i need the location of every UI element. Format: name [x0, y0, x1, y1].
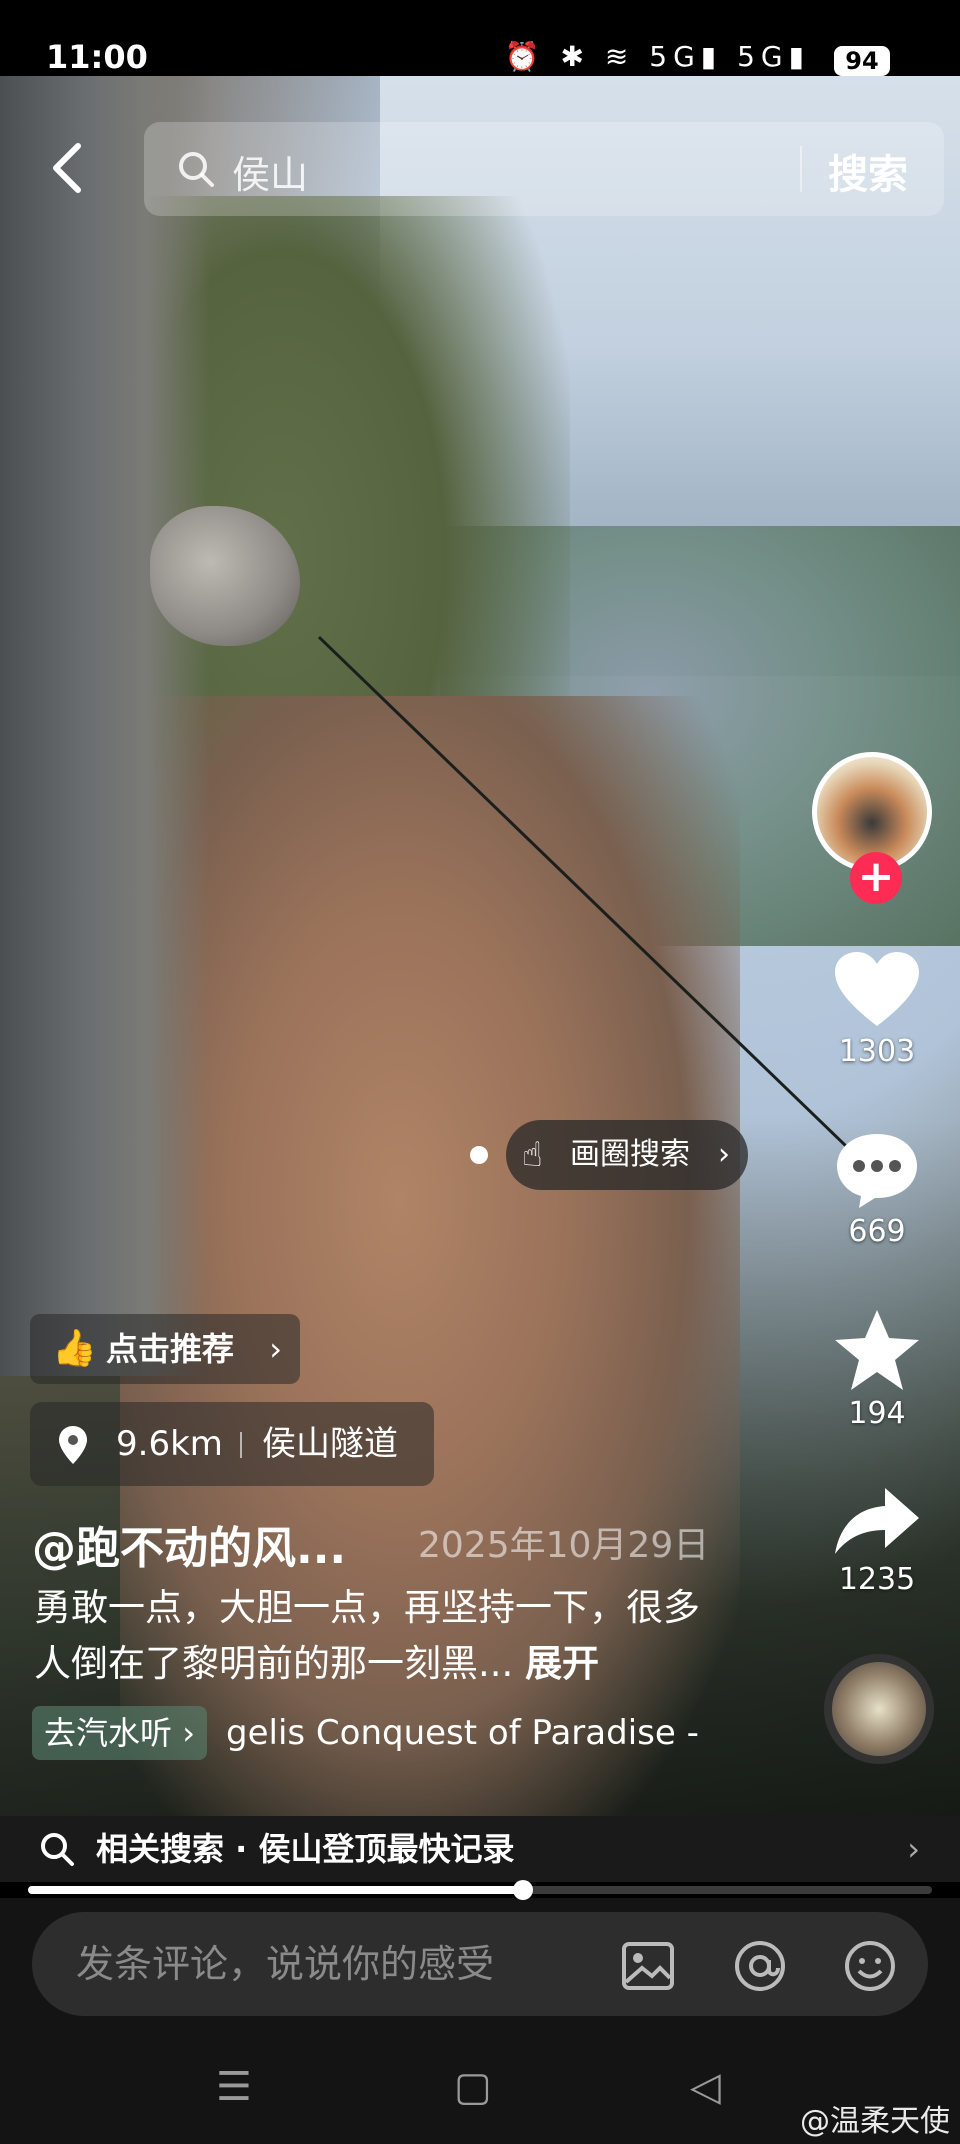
music-track: gelis Conquest of Paradise - — [226, 1713, 699, 1753]
comment-placeholder: 发条评论，说说你的感受 — [76, 1942, 495, 1986]
location-distance: 9.6km — [116, 1424, 223, 1464]
music-disc[interactable] — [824, 1654, 934, 1764]
back-nav-icon[interactable]: ◁ — [690, 2064, 721, 2110]
thumbs-up-icon: 👍 — [52, 1328, 97, 1369]
pin-icon — [56, 1402, 90, 1517]
search-input[interactable]: 侯山 — [232, 144, 308, 199]
expand-button[interactable]: 展开 — [525, 1642, 599, 1685]
menu-icon[interactable]: ☰ — [216, 2064, 252, 2110]
search-icon — [179, 152, 214, 187]
at-icon[interactable] — [732, 1938, 788, 1994]
chevron-right-icon: › — [907, 1830, 920, 1868]
recommend-button[interactable]: 👍 点击推荐 › — [30, 1314, 300, 1384]
music-source-label: 去汽水听 — [44, 1714, 173, 1752]
hand-icon: ☝ — [522, 1135, 543, 1175]
share-count: 1235 — [838, 1562, 916, 1597]
comment-count: 669 — [848, 1214, 906, 1249]
favorite-count: 194 — [848, 1396, 906, 1431]
status-icons: ⏰ ✱ ≋ 5G▮ 5G▮ — [504, 40, 810, 73]
location-name: 侯山隧道 — [262, 1424, 398, 1464]
image-icon[interactable] — [620, 1938, 676, 1994]
favorite-button[interactable]: 194 — [812, 1308, 942, 1431]
star-icon — [835, 1310, 919, 1390]
progress-handle[interactable] — [513, 1880, 534, 1900]
like-button[interactable]: 1303 — [812, 950, 942, 1069]
video-progress-bar[interactable] — [28, 1880, 932, 1900]
music-source-tag[interactable]: 去汽水听 › — [32, 1706, 207, 1760]
location-divider — [240, 1432, 242, 1458]
watermark-text: @温柔天使 — [800, 2104, 950, 2139]
video-cliff — [0, 76, 210, 1376]
status-bar: 11:00 ⏰ ✱ ≋ 5G▮ 5G▮ 94 — [0, 0, 960, 76]
description-text: 勇敢一点，大胆一点，再坚持一下，很多人倒在了黎明前的那一刻黑... — [34, 1586, 700, 1685]
recommend-label: 点击推荐 — [106, 1330, 235, 1368]
home-icon[interactable]: ▢ — [454, 2064, 492, 2110]
location-tag[interactable]: 9.6km 侯山隧道 — [30, 1402, 434, 1486]
status-time: 11:00 — [46, 38, 148, 76]
share-button[interactable]: 1235 — [812, 1486, 942, 1597]
comment-button[interactable]: 669 — [812, 1130, 942, 1249]
related-search-label: 相关搜索 · 侯山登顶最快记录 — [96, 1830, 515, 1868]
circle-search-button[interactable]: ☝ 画圈搜索 › — [506, 1120, 748, 1190]
battery-indicator: 94 — [834, 46, 890, 76]
search-button[interactable]: 搜索 — [828, 142, 908, 200]
watermark: @温柔天使 — [800, 2096, 950, 2140]
emoji-icon[interactable] — [842, 1938, 898, 1994]
related-search-bar[interactable]: 相关搜索 · 侯山登顶最快记录 › — [0, 1816, 960, 1882]
follow-button[interactable]: + — [850, 852, 902, 904]
comment-icon — [837, 1134, 917, 1208]
heart-icon — [835, 952, 919, 1026]
search-bar[interactable]: 侯山 搜索 — [144, 122, 944, 216]
back-button[interactable] — [48, 138, 88, 198]
post-date: 2025年10月29日 — [418, 1525, 710, 1566]
author-name[interactable]: @跑不动的风... — [32, 1512, 346, 1576]
chevron-right-icon: › — [718, 1137, 730, 1172]
search-icon — [41, 1833, 74, 1866]
music-row[interactable]: 去汽水听 › gelis Conquest of Paradise - — [32, 1706, 752, 1760]
circle-search-label: 画圈搜索 — [570, 1137, 690, 1172]
share-icon — [835, 1488, 919, 1554]
search-divider — [800, 146, 802, 192]
chevron-right-icon: › — [269, 1330, 282, 1368]
back-icon — [53, 143, 81, 193]
post-description: 勇敢一点，大胆一点，再坚持一下，很多人倒在了黎明前的那一刻黑... 展开 — [34, 1580, 734, 1692]
like-count: 1303 — [838, 1034, 916, 1069]
circle-search-dot — [470, 1146, 488, 1164]
progress-fill — [28, 1886, 524, 1894]
comment-input[interactable]: 发条评论，说说你的感受 — [32, 1912, 928, 2016]
